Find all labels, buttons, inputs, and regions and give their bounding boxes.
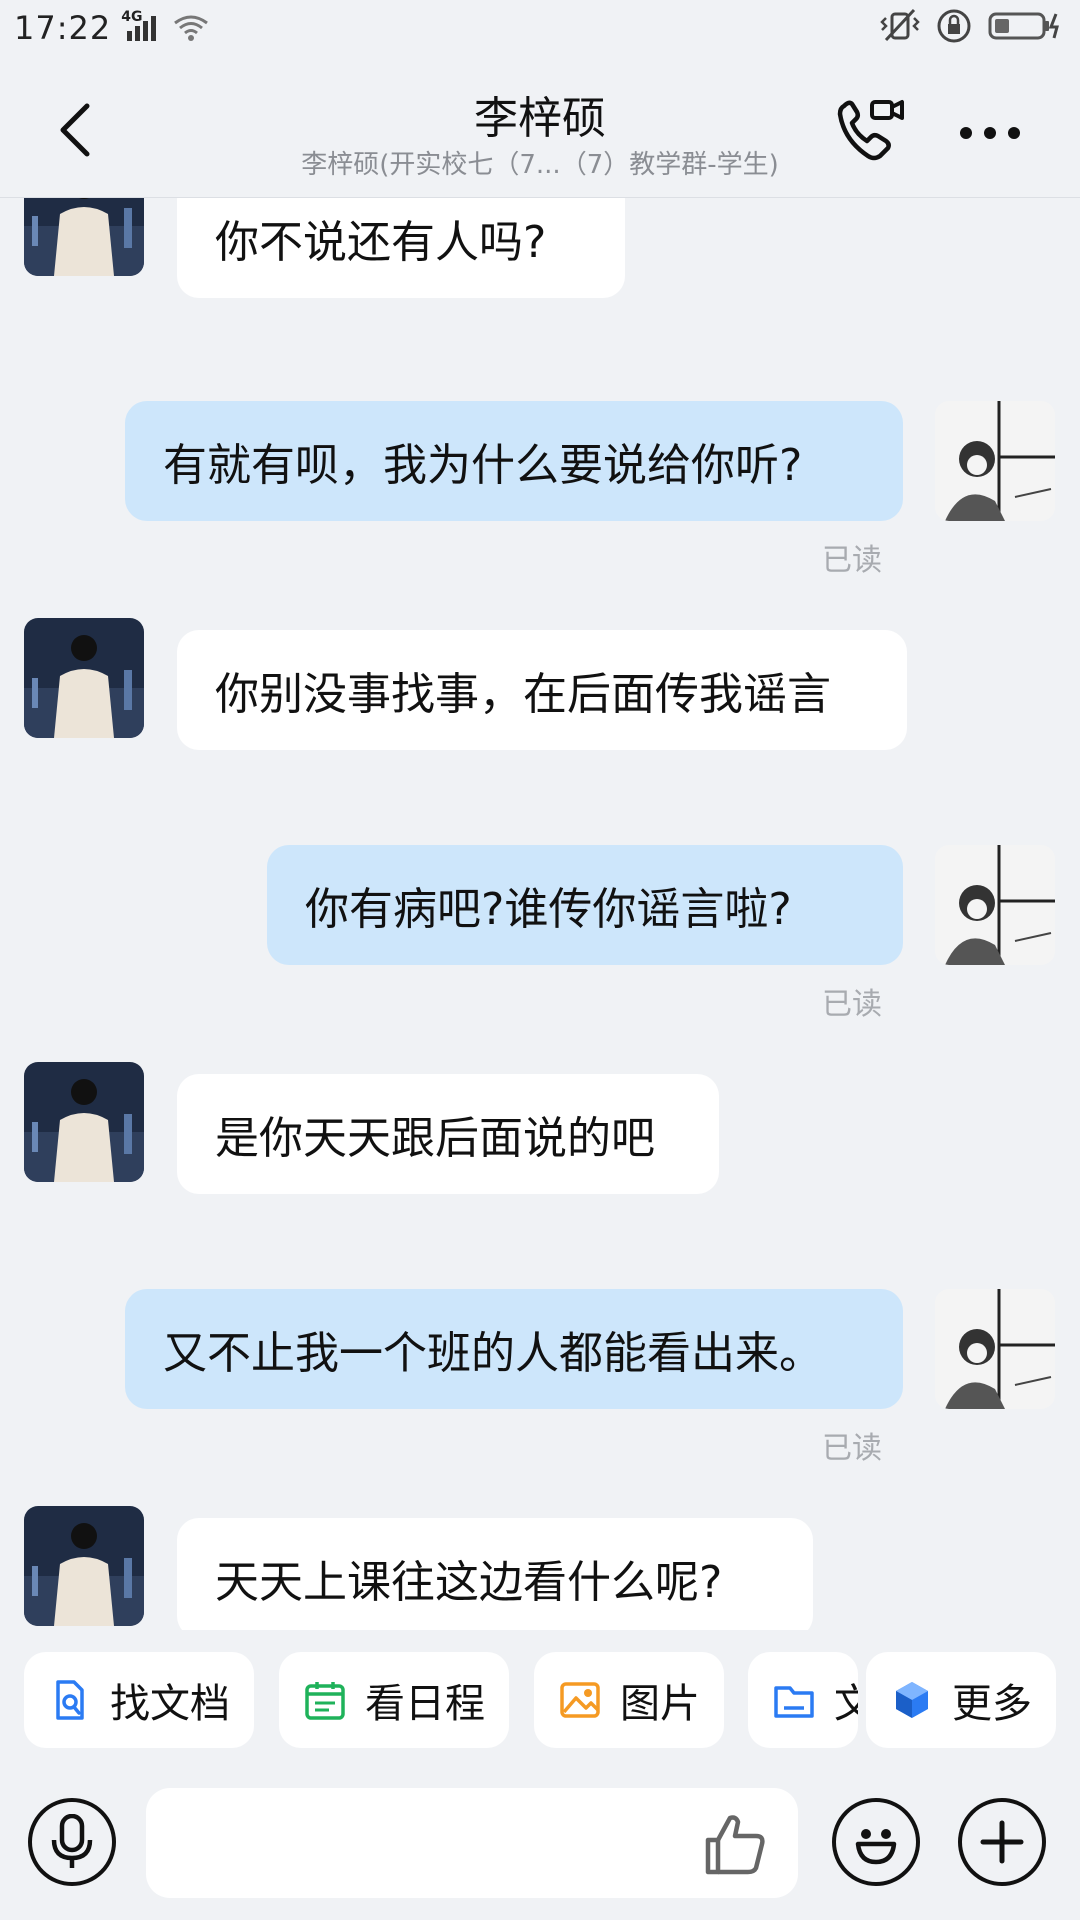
my-avatar[interactable] [935,845,1055,965]
message-bubble[interactable]: 是你天天跟后面说的吧 [177,1074,719,1194]
status-right [880,8,1062,52]
calendar-icon [305,1682,345,1720]
message-text: 有就有呗，我为什么要说给你听? [163,440,803,491]
image-icon [560,1682,600,1718]
chat-header: 李梓硕 李梓硕(开实校七（7...（7）教学群-学生) [0,56,1080,198]
message-text: 你不说还有人吗? [215,217,547,268]
chat-subtitle: 李梓硕(开实校七（7...（7）教学群-学生) [301,150,779,180]
message-list[interactable]: 你不说还有人吗? 有就有呗，我为什么要说给你听? 已读 你别没事找事，在后面传我… [0,198,1080,1630]
my-avatar[interactable] [935,1289,1055,1409]
rotation-lock-icon [936,8,972,52]
status-time: 17:22 [14,9,112,47]
chip-label: 找文档 [110,1681,230,1727]
chip-label: 看日程 [365,1681,485,1727]
input-bar [0,1770,1080,1920]
quick-action-bar[interactable]: 找文档 看日程 图片 文 更多 [0,1630,1080,1760]
search-document-icon [56,1680,84,1720]
message-bubble[interactable]: 又不止我一个班的人都能看出来。 [125,1289,903,1409]
battery-charging-icon [988,10,1062,50]
signal-icon: 4G [121,9,161,43]
message-bubble[interactable]: 你别没事找事，在后面传我谣言 [177,630,907,750]
wifi-icon [171,13,211,43]
video-call-icon [837,100,904,161]
my-avatar[interactable] [935,401,1055,521]
chat-title: 李梓硕 [474,93,606,144]
message-text: 是你天天跟后面说的吧 [215,1113,655,1164]
quick-file[interactable]: 文 [748,1652,858,1748]
quick-image[interactable]: 图片 [534,1652,724,1748]
status-bar: 17:22 4G [0,0,1080,56]
read-status: 已读 [822,543,882,578]
message-bubble[interactable]: 你不说还有人吗? [177,198,625,298]
more-options-button[interactable] [950,108,1030,158]
read-status: 已读 [822,1431,882,1466]
quick-find-document[interactable]: 找文档 [24,1652,254,1748]
contact-avatar[interactable] [24,1062,144,1182]
more-apps-icon [896,1682,928,1718]
voice-input-button[interactable] [28,1798,116,1886]
contact-avatar[interactable] [24,618,144,738]
message-text: 又不止我一个班的人都能看出来。 [163,1328,823,1379]
emoji-icon [855,1829,897,1865]
microphone-icon [51,1814,93,1868]
contact-avatar[interactable] [24,198,144,276]
contact-avatar[interactable] [24,1506,144,1626]
thumbs-up-icon[interactable] [700,1810,770,1880]
quick-more[interactable]: 更多 [866,1652,1056,1748]
video-call-button[interactable] [830,90,910,170]
chip-label: 图片 [620,1681,700,1727]
message-bubble[interactable]: 你有病吧?谁传你谣言啦? [267,845,903,965]
quick-view-schedule[interactable]: 看日程 [279,1652,509,1748]
read-status: 已读 [822,987,882,1022]
message-bubble[interactable]: 天天上课往这边看什么呢? [177,1518,813,1630]
chip-label: 更多 [952,1681,1032,1727]
chat-screen: 17:22 4G 李梓硕 李梓硕(开实校七（7...（7）教学群-学生) 你不说… [0,0,1080,1920]
folder-icon [774,1686,814,1718]
message-bubble[interactable]: 有就有呗，我为什么要说给你听? [125,401,903,521]
status-left: 17:22 4G [14,9,211,47]
plus-icon [980,1820,1024,1864]
more-dots-icon [960,127,1020,139]
chip-label: 文 [834,1681,858,1727]
emoji-button[interactable] [832,1798,920,1886]
vibrate-icon [880,8,920,52]
more-input-button[interactable] [958,1798,1046,1886]
message-text: 你别没事找事，在后面传我谣言 [215,669,831,720]
message-text: 你有病吧?谁传你谣言啦? [305,884,792,935]
message-text: 天天上课往这边看什么呢? [215,1557,723,1608]
